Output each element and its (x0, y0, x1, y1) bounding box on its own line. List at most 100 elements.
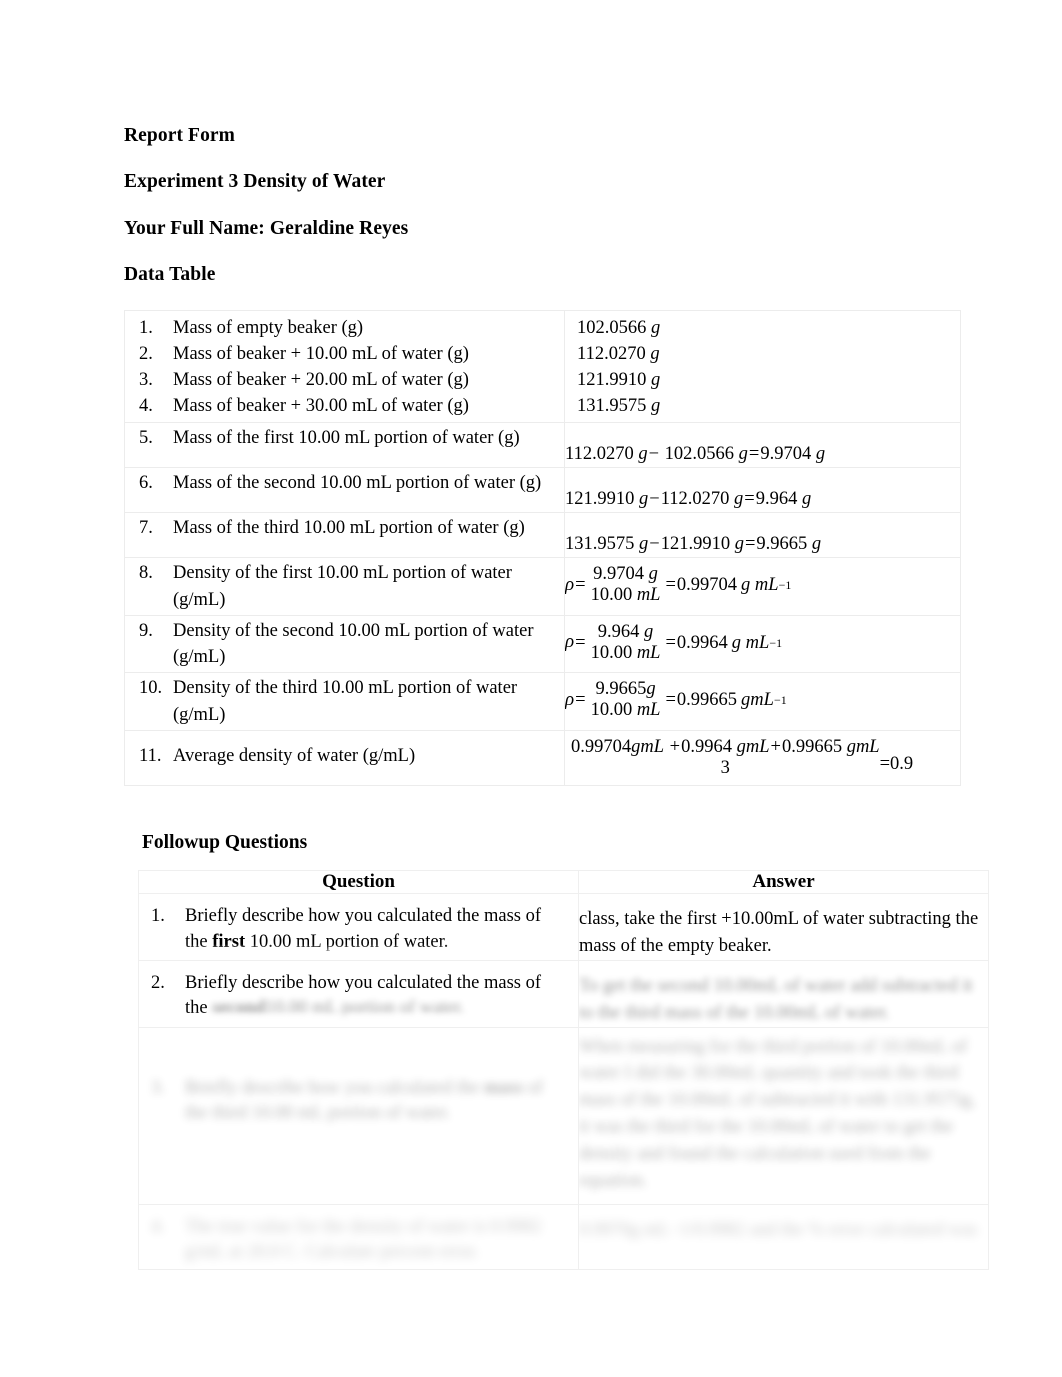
item-label: Mass of beaker + 20.00 mL of water (g) (173, 370, 469, 391)
minuend: 131.9575 (565, 534, 635, 555)
table-row: 8. Density of the first 10.00 mL portion… (124, 557, 961, 616)
data-label-8: 8. Density of the first 10.00 mL portion… (124, 557, 565, 616)
value-row-4: 131.9575 g (577, 393, 960, 419)
term1-value: 0.99704 (571, 737, 632, 758)
question-number: 2. (151, 972, 165, 993)
item-number: 1. (139, 317, 153, 338)
data-value-9: ρ = 9.964 g 10.00 mL = 0.9964 g mL −1 (564, 614, 961, 674)
table-row: 9. Density of the second 10.00 mL portio… (124, 614, 961, 674)
question-1: 1. Briefly describe how you calculated t… (140, 895, 578, 956)
data-value-7: 131.9575 g−121.9910 g=9.9665 g (564, 512, 961, 559)
minuend-unit: g (639, 534, 649, 555)
rho-symbol: ρ (565, 631, 575, 653)
item-label: Mass of beaker + 30.00 mL of water (g) (173, 396, 469, 417)
value-unit: g (651, 396, 661, 417)
equals-operator-2: = (665, 575, 676, 595)
data-values-1-4: 102.0566 g 112.0270 g 121.9910 g 131.957… (564, 309, 961, 423)
value-number: 112.0270 (577, 343, 646, 364)
table-row: 4. The true value for the density of wat… (138, 1203, 989, 1270)
fraction-denominator: 10.00 mL (591, 585, 661, 606)
equals-operator: = (748, 443, 760, 464)
equals-operator: = (744, 534, 756, 555)
item-number: 4. (139, 396, 153, 417)
subtrahend-unit: g (734, 534, 744, 555)
numerator-unit: g (648, 564, 658, 585)
result: 9.9665 (756, 534, 808, 555)
density-fraction: 9.9704 g 10.00 mL (587, 564, 665, 605)
subtrahend: 121.9910 (660, 534, 731, 555)
item-number: 10. (139, 678, 163, 699)
page-title: Report Form (124, 125, 236, 146)
minuend: 121.9910 (565, 488, 635, 509)
value-number: 121.9910 (577, 370, 647, 391)
question-text: The true value for the density of water … (185, 1215, 568, 1266)
data-label-7: 7. Mass of the third 10.00 mL portion of… (124, 512, 565, 559)
equals-operator-2: = (665, 690, 676, 711)
question-number: 1. (151, 906, 165, 927)
data-label-5: 5. Mass of the first 10.00 mL portion of… (124, 421, 565, 468)
term3-unit: gmL (846, 737, 880, 758)
equals-operator: = (575, 632, 586, 653)
result-unit: g (801, 488, 812, 509)
table-row: 1. Briefly describe how you calculated t… (138, 893, 989, 961)
followup-questions-heading: Followup Questions (142, 832, 308, 854)
denominator-unit: mL (636, 700, 661, 721)
data-value-6: 121.9910 g−112.0270 g=9.964 g (564, 466, 961, 514)
value-unit: g (651, 317, 661, 338)
data-item-3: 3. Mass of beaker + 20.00 mL of water (g… (125, 367, 564, 393)
rho-symbol: ρ (565, 573, 575, 595)
value-number: 102.0566 (577, 317, 647, 338)
fraction-numerator: 9.964 g (591, 622, 661, 643)
table-row: 7. Mass of the third 10.00 mL portion of… (124, 512, 961, 559)
result-unit: g (815, 443, 826, 464)
density-fraction: 9.964 g 10.00 mL (587, 622, 665, 663)
value-row-1: 102.0566 g (577, 315, 960, 341)
term1-unit: gmL (631, 737, 665, 758)
item-number: 5. (139, 427, 153, 448)
numerator-unit: g (644, 621, 654, 642)
table-row: 3. Briefly describe how you calculated t… (138, 1026, 989, 1205)
question-emphasis: second (212, 998, 266, 1019)
density-result-unit: g mL (741, 575, 779, 595)
item-label: Mass of the first 10.00 mL portion of wa… (173, 427, 520, 448)
table-row: 5. Mass of the first 10.00 mL portion of… (124, 421, 961, 468)
average-denominator: 3 (720, 758, 730, 779)
fraction-denominator: 10.00 mL (591, 643, 661, 664)
answer-cell-2: To get the second 10.00mL of water add s… (578, 959, 989, 1028)
item-number: 9. (139, 620, 153, 641)
question-line-2b: 10.00 mL portion of water. (265, 998, 465, 1019)
density-result-unit: gmL (741, 690, 774, 711)
value-number: 131.9575 (577, 396, 647, 417)
denominator-value: 10.00 (590, 585, 633, 606)
fraction-numerator: 9.9665g (591, 679, 661, 700)
item-number: 6. (139, 472, 153, 493)
minus-operator: − (649, 534, 660, 555)
average-fraction: 0.99704gmL +0.9964 gmL+0.99665 gmL 3 (571, 737, 880, 779)
value-row-2: 112.0270 g (577, 341, 960, 367)
item-number: 7. (139, 518, 153, 539)
question-text: Briefly describe how you calculated the … (185, 904, 568, 955)
document-page: Report Form Experiment 3 Density of Wate… (0, 0, 1062, 1377)
result: 9.964 (755, 488, 798, 509)
question-number: 3. (151, 1077, 165, 1098)
question-line-1: Briefly describe how you calculated the (185, 1077, 480, 1098)
question-line-1: Briefly describe how you calculated the … (185, 906, 521, 927)
answer-column-header: Answer (578, 870, 989, 895)
experiment-title: Experiment 3 Density of Water (124, 171, 386, 193)
equals-operator: = (575, 690, 586, 711)
term2-value: 0.9964 (681, 737, 732, 758)
question-cell-2: 2. Briefly describe how you calculated t… (138, 959, 579, 1028)
question-cell-4: 4. The true value for the density of wat… (138, 1203, 579, 1270)
item-label: Density of the first 10.00 mL portion of… (173, 563, 512, 610)
question-line-1: Briefly describe how you calculated the … (185, 972, 521, 993)
value-unit: g (650, 343, 660, 364)
question-emphasis: mass (483, 1077, 524, 1098)
table-row: 10. Density of the third 10.00 mL portio… (124, 672, 961, 732)
item-number: 8. (139, 563, 153, 584)
equals-operator: = (575, 575, 586, 595)
question-text: Briefly describe how you calculated the … (185, 1076, 568, 1127)
density-result: 0.9964 (676, 632, 728, 653)
term2-unit: gmL (736, 737, 770, 758)
question-3: 3. Briefly describe how you calculated t… (140, 1028, 578, 1127)
density-result: 0.99665 (676, 690, 738, 711)
